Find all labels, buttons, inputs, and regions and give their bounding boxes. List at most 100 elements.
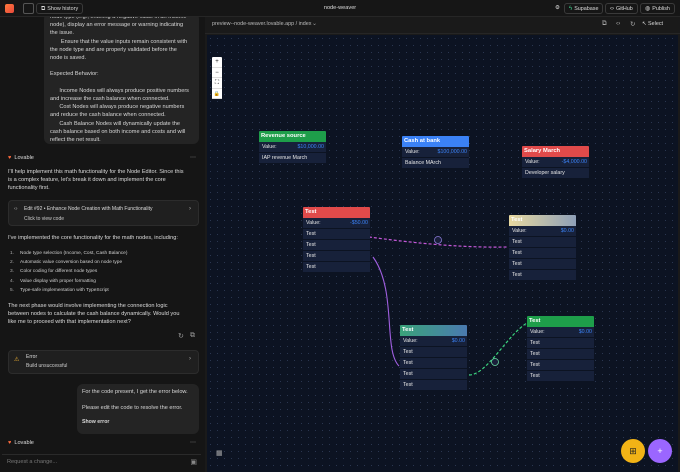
node-title[interactable]: Test <box>509 215 576 226</box>
feature-list: 1. Node type selection (Income, Cost, Cas… <box>10 249 200 295</box>
node-row[interactable]: Test <box>400 347 467 358</box>
node-row[interactable]: Test <box>400 369 467 380</box>
code-icon: ‹› <box>14 206 18 212</box>
node-row[interactable]: Test <box>303 229 370 240</box>
edit-card[interactable]: ‹› Edit #92 • Enhance Node Creation with… <box>8 200 199 226</box>
node-cash[interactable]: Cash at bank Value: $100,000.00 Balance MAr… <box>402 136 469 169</box>
node-row[interactable]: Test <box>303 262 370 273</box>
node-title[interactable]: Cash at bank <box>402 136 469 147</box>
user-message: For the code present, I get the error be… <box>77 384 199 434</box>
node-row[interactable]: Test <box>509 237 576 248</box>
node-value-label: Value: <box>530 329 545 335</box>
feature-list-item: 4. Value display with proper formatting <box>10 277 200 286</box>
node-value-label: Value: <box>403 338 418 344</box>
node-row[interactable]: Test <box>400 358 467 369</box>
node-row[interactable]: Test <box>527 349 594 360</box>
supabase-button[interactable]: ϟ Supabase <box>564 3 604 14</box>
image-attach-icon[interactable]: ▣ <box>190 458 197 466</box>
feature-text: Node type selection (Income, Cost, Cash … <box>20 251 128 256</box>
node-value[interactable]: -$50.00 <box>350 218 368 229</box>
node-title[interactable]: Test <box>400 325 467 336</box>
chat-panel: node type (e.g., entering a negative val… <box>0 17 205 472</box>
connections-layer <box>368 236 528 376</box>
node-test4[interactable]: Test Value: $0.00 Test Test Test Test <box>527 316 594 382</box>
node-title[interactable]: Revenue source <box>259 131 326 142</box>
error-card[interactable]: ⚠ Error Build unsuccessful › <box>8 350 199 374</box>
publish-button[interactable]: ◍ Publish <box>640 3 675 14</box>
feature-list-item: 5. Type-safe implementation with TypeScri… <box>10 286 200 295</box>
node-value[interactable]: $0.00 <box>561 226 574 237</box>
node-value-row: Value: $0.00 <box>400 336 467 347</box>
node-value[interactable]: $0.00 <box>579 327 592 338</box>
select-button[interactable]: ↖ Select <box>642 21 663 27</box>
node-editor-canvas[interactable]: + − ⛶ 🔒 Revenue source Value: $10,000.00 IAP r… <box>207 35 678 472</box>
lovable-logo-icon[interactable] <box>5 4 14 13</box>
list-number: 3. <box>10 269 15 275</box>
list-number: 2. <box>10 260 15 266</box>
preview-url[interactable]: preview--node-weaver.lovable.app / index <box>212 21 311 27</box>
chat-input[interactable]: Request a change... ▣ <box>2 454 201 470</box>
sidebar-toggle-icon[interactable] <box>23 3 34 14</box>
assistant-reply: The next phase would involve implementin… <box>8 303 180 326</box>
connection-edge[interactable] <box>372 256 400 367</box>
node-title[interactable]: Test <box>527 316 594 327</box>
globe-icon: ◍ <box>645 6 651 12</box>
node-title[interactable]: Test <box>303 207 370 218</box>
feature-text: Type-safe implementation with TypeScript <box>20 287 109 293</box>
node-test2[interactable]: Test Value: $0.00 Test Test Test Test <box>509 215 576 281</box>
more-options-icon[interactable]: ⋯ <box>190 154 196 161</box>
code-icon[interactable]: ‹› <box>616 20 620 27</box>
supabase-icon: ϟ <box>569 6 573 12</box>
node-row[interactable]: Test <box>303 240 370 251</box>
node-salary[interactable]: Salary March Value: -$4,000.00 Developer sa… <box>522 146 589 179</box>
error-title: Error <box>26 354 38 360</box>
node-test1[interactable]: Test Value: -$50.00 Test Test Test Test <box>303 207 370 273</box>
node-value-label: Value: <box>262 144 277 150</box>
refresh-icon[interactable]: ↻ <box>630 20 635 28</box>
add-node-button[interactable]: + <box>648 439 672 463</box>
show-history-button[interactable]: ⧉ Show history <box>36 3 84 14</box>
github-button[interactable]: ‹› GitHub <box>605 3 638 14</box>
url-bar: preview--node-weaver.lovable.app / index… <box>205 17 680 34</box>
node-title[interactable]: Salary March <box>522 146 589 157</box>
node-row[interactable]: Test <box>509 248 576 259</box>
list-number: 1. <box>10 251 15 256</box>
user-message: node type (e.g., entering a negative val… <box>44 17 199 144</box>
node-value[interactable]: $100,000.00 <box>438 147 467 158</box>
settings-gear-icon[interactable]: ⚙ <box>551 3 564 14</box>
node-row[interactable]: IAP revenue March <box>259 153 326 164</box>
external-link-icon[interactable]: ⧉ <box>602 20 607 28</box>
show-error-link[interactable]: Show error <box>82 418 109 426</box>
edge-delete-handle[interactable] <box>434 236 442 244</box>
project-title[interactable]: node-weaver <box>324 5 356 11</box>
map-icon[interactable]: ▦ <box>216 449 223 457</box>
node-row[interactable]: Test <box>509 270 576 281</box>
node-row[interactable]: Test <box>527 338 594 349</box>
node-value[interactable]: $0.00 <box>452 336 465 347</box>
node-row[interactable]: Test <box>527 360 594 371</box>
node-row[interactable]: Test <box>527 371 594 382</box>
feature-list-item: 2. Automatic value conversion based on no… <box>10 258 200 267</box>
connection-edge[interactable] <box>468 322 528 376</box>
code-icon: ‹› <box>610 6 614 12</box>
node-row[interactable]: Developer salary <box>522 168 589 179</box>
sender-lovable: ♥ Lovable <box>8 440 34 446</box>
more-options-icon[interactable]: ⋯ <box>190 439 196 446</box>
node-revenue[interactable]: Revenue source Value: $10,000.00 IAP revenu… <box>259 131 326 164</box>
node-test3[interactable]: Test Value: $0.00 Test Test Test Test <box>400 325 467 391</box>
chevron-down-icon[interactable]: ⌄ <box>312 20 317 27</box>
node-row[interactable]: Test <box>303 251 370 262</box>
edge-delete-handle[interactable] <box>491 358 499 366</box>
node-value-label: Value: <box>405 149 420 155</box>
refresh-icon[interactable]: ↻ <box>178 332 184 340</box>
node-value[interactable]: -$4,000.00 <box>562 157 587 168</box>
node-value-row: Value: -$50.00 <box>303 218 370 229</box>
node-row[interactable]: Test <box>400 380 467 391</box>
node-row[interactable]: Balance MArch <box>402 158 469 169</box>
node-row[interactable]: Test <box>509 259 576 270</box>
grid-fab-icon[interactable]: ⊞ <box>621 439 645 463</box>
top-bar: ⧉ Show history node-weaver ⚙ ϟ Supabase ‹›… <box>0 0 680 17</box>
node-value[interactable]: $10,000.00 <box>297 142 324 153</box>
node-value-label: Value: <box>525 159 540 165</box>
external-link-icon[interactable]: ⧉ <box>190 332 195 340</box>
